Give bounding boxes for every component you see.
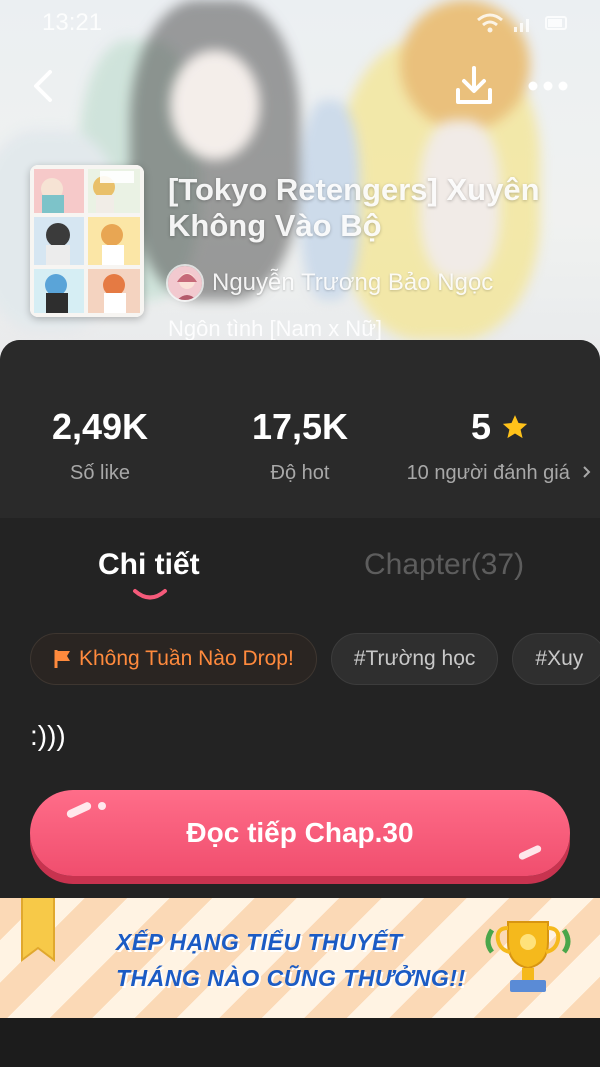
- tab-chapters[interactable]: Chapter(37): [364, 548, 524, 582]
- likes-count: 2,49K: [51, 406, 149, 447]
- author-row[interactable]: Nguyễn Trương Bảo Ngọc: [166, 264, 493, 302]
- wifi-icon: [477, 13, 503, 33]
- flag-icon: [54, 650, 70, 668]
- battery-icon: [545, 16, 567, 30]
- status-bar: 13:21: [0, 0, 600, 46]
- author-avatar[interactable]: [166, 264, 204, 302]
- tag-label: #Trường học: [353, 647, 476, 670]
- tag-label: Không Tuần Nào Drop!: [79, 647, 294, 670]
- ranking-banner[interactable]: XẾP HẠNG TIỂU THUYẾT THÁNG NÀO CŨNG THƯỞ…: [0, 898, 600, 1018]
- story-cover-image: [30, 165, 144, 317]
- continue-reading-button[interactable]: Đọc tiếp Chap.30: [30, 790, 570, 876]
- tag-item[interactable]: #Trường học: [330, 633, 499, 685]
- chevron-right-icon: [583, 466, 591, 478]
- tag-item[interactable]: #Xuy: [512, 633, 600, 685]
- hero-header: 13:21 [Tokyo Retengers] Xuyên Không Vào …: [0, 0, 600, 360]
- more-options-icon[interactable]: [524, 68, 572, 104]
- banner-line-2: THÁNG NÀO CŨNG THƯỞNG!!: [116, 965, 466, 991]
- bottom-area: [0, 1018, 600, 1067]
- star-icon: [502, 415, 528, 439]
- hot-count: 17,5K: [251, 406, 349, 447]
- active-tab-indicator: [133, 589, 167, 600]
- trophy-icon: [485, 921, 571, 992]
- rating-value: 5: [470, 406, 492, 447]
- signal-icon: [514, 19, 529, 32]
- author-name[interactable]: Nguyễn Trương Bảo Ngọc: [212, 269, 493, 297]
- tag-label: #Xuy: [535, 647, 584, 670]
- status-time: 13:21: [42, 9, 103, 36]
- genre-label: Ngôn tình [Nam x Nữ]: [168, 316, 383, 341]
- download-icon[interactable]: [450, 62, 498, 110]
- story-description: :))): [30, 720, 66, 751]
- tab-details[interactable]: Chi tiết: [98, 548, 200, 582]
- tag-item[interactable]: Không Tuần Nào Drop!: [30, 633, 317, 685]
- details-sheet: 2,49K Số like 17,5K Độ hot 5 10 người đá…: [0, 340, 600, 1067]
- back-icon[interactable]: [24, 64, 68, 108]
- likes-label: Số like: [69, 462, 131, 484]
- story-title: [Tokyo Retengers] Xuyên Không Vào Bộ: [168, 172, 540, 243]
- likes-stat: 2,49K Số like: [0, 406, 200, 485]
- rating-count-label: 10 người đánh giá: [406, 462, 570, 484]
- stats-panel: 2,49K Số like 17,5K Độ hot 5 10 người đá…: [0, 340, 600, 518]
- bookmark-ribbon-icon: [21, 898, 55, 962]
- tag-list: Không Tuần Nào Drop! #Trường học #Xuy: [30, 633, 600, 687]
- banner-line-1: XẾP HẠNG TIỂU THUYẾT: [116, 929, 403, 955]
- rating-stat[interactable]: 5 10 người đánh giá: [400, 406, 600, 485]
- hot-stat: 17,5K Độ hot: [200, 406, 400, 485]
- tab-bar: Chi tiết Chapter(37): [0, 532, 600, 602]
- hot-label: Độ hot: [270, 462, 330, 484]
- continue-reading-label: Đọc tiếp Chap.30: [186, 817, 414, 848]
- top-navigation: [0, 60, 600, 116]
